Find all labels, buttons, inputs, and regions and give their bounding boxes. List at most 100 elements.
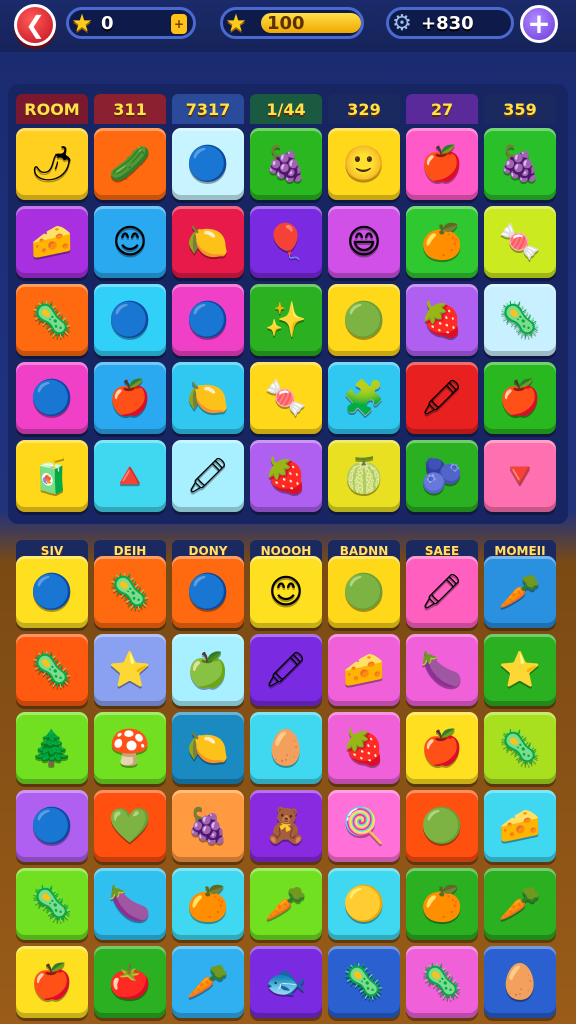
game-tile[interactable]: 🥕 bbox=[484, 556, 556, 628]
game-tile[interactable]: 🖍 bbox=[172, 440, 244, 512]
game-tile[interactable]: 😊 bbox=[94, 206, 166, 278]
game-tile[interactable]: 🧀 bbox=[484, 790, 556, 862]
game-tile[interactable]: 🦠 bbox=[16, 284, 88, 356]
tile-item-icon: 🍇 bbox=[186, 806, 230, 846]
tile-item-icon: 🍬 bbox=[264, 378, 308, 418]
tile-item-icon: 🧸 bbox=[264, 806, 308, 846]
tile-item-icon: ⭐ bbox=[498, 650, 542, 690]
game-tile[interactable]: 🦠 bbox=[16, 634, 88, 706]
game-tile[interactable]: ⭐ bbox=[484, 634, 556, 706]
game-tile[interactable]: 🥚 bbox=[250, 712, 322, 784]
game-tile[interactable]: 🍆 bbox=[94, 868, 166, 940]
tile-item-icon: 🖍 bbox=[420, 572, 464, 612]
game-tile[interactable]: 🧃 bbox=[16, 440, 88, 512]
tile-item-icon: 🟢 bbox=[420, 806, 464, 846]
game-tile[interactable]: 🦠 bbox=[484, 284, 556, 356]
game-tile[interactable]: 😊 bbox=[250, 556, 322, 628]
game-tile[interactable]: 🍆 bbox=[406, 634, 478, 706]
game-tile[interactable]: 🟢 bbox=[328, 284, 400, 356]
column-label: ROOM bbox=[16, 94, 88, 124]
game-tile[interactable]: 🥚 bbox=[484, 946, 556, 1018]
tile-item-icon: 🌶 bbox=[30, 144, 74, 184]
game-tile[interactable]: 🍎 bbox=[484, 362, 556, 434]
game-tile[interactable]: 🍋 bbox=[172, 712, 244, 784]
game-tile[interactable]: 🟡 bbox=[328, 868, 400, 940]
game-tile[interactable]: ⭐ bbox=[94, 634, 166, 706]
game-tile[interactable]: 🔵 bbox=[16, 556, 88, 628]
game-tile[interactable]: 🥕 bbox=[484, 868, 556, 940]
game-tile[interactable]: 🥕 bbox=[250, 868, 322, 940]
game-tile[interactable]: 🍭 bbox=[328, 790, 400, 862]
game-tile[interactable]: 🔵 bbox=[172, 284, 244, 356]
game-tile[interactable]: 🍎 bbox=[16, 946, 88, 1018]
game-tile[interactable]: 🔵 bbox=[16, 362, 88, 434]
game-tile[interactable]: 🍎 bbox=[406, 128, 478, 200]
game-tile[interactable]: 🍎 bbox=[406, 712, 478, 784]
game-tile[interactable]: 🍇 bbox=[250, 128, 322, 200]
game-tile[interactable]: 🖍 bbox=[406, 556, 478, 628]
game-tile[interactable]: 🍇 bbox=[172, 790, 244, 862]
tile-item-icon: 🦠 bbox=[342, 962, 386, 1002]
game-tile[interactable]: 🍊 bbox=[406, 206, 478, 278]
game-tile[interactable]: 🌲 bbox=[16, 712, 88, 784]
star-icon: ★ bbox=[71, 9, 93, 37]
coins-add-tag[interactable]: + bbox=[171, 14, 187, 34]
game-tile[interactable]: 🧸 bbox=[250, 790, 322, 862]
game-tile[interactable]: 🍬 bbox=[484, 206, 556, 278]
game-tile[interactable]: 😄 bbox=[328, 206, 400, 278]
game-tile[interactable]: 🍋 bbox=[172, 362, 244, 434]
tile-item-icon: 🍎 bbox=[420, 144, 464, 184]
game-tile[interactable]: 🍄 bbox=[94, 712, 166, 784]
add-currency-button[interactable]: + bbox=[520, 5, 558, 43]
game-tile[interactable]: 🥒 bbox=[94, 128, 166, 200]
game-tile[interactable]: 🦠 bbox=[328, 946, 400, 1018]
game-tile[interactable]: 🍓 bbox=[250, 440, 322, 512]
game-tile[interactable]: 🔵 bbox=[172, 556, 244, 628]
game-tile[interactable]: 🧩 bbox=[328, 362, 400, 434]
game-tile[interactable]: ✨ bbox=[250, 284, 322, 356]
game-tile[interactable]: 🔵 bbox=[172, 128, 244, 200]
game-tile[interactable]: 🍅 bbox=[94, 946, 166, 1018]
game-tile[interactable]: 🫐 bbox=[406, 440, 478, 512]
column-label: 7317 bbox=[172, 94, 244, 124]
game-tile[interactable]: 🎈 bbox=[250, 206, 322, 278]
top-tile-grid: 🌶 🥒 🔵 🍇 🙂 🍎 🍇 🧀 😊 🍋 🎈 😄 🍊 🍬 🦠 🔵 🔵 ✨ 🟢 🍓 🦠 🔵 🍎 🍋 🍬 🧩 🖍 🍎 🧃 🔺 🖍 🍓 🍈 🫐 🔻 bbox=[16, 128, 562, 512]
top-bar: ❮ ★ 0 + ★ 100 ⚙ +830 + bbox=[0, 0, 576, 52]
game-tile[interactable]: 🍓 bbox=[406, 284, 478, 356]
game-tile[interactable]: 🍊 bbox=[406, 868, 478, 940]
game-tile[interactable]: 🦠 bbox=[484, 712, 556, 784]
tile-item-icon: 🔵 bbox=[30, 378, 74, 418]
game-tile[interactable]: 🧀 bbox=[328, 634, 400, 706]
game-tile[interactable]: 🍓 bbox=[328, 712, 400, 784]
game-tile[interactable]: 🍋 bbox=[172, 206, 244, 278]
game-tile[interactable]: 💚 bbox=[94, 790, 166, 862]
game-tile[interactable]: 🍬 bbox=[250, 362, 322, 434]
game-tile[interactable]: 🔺 bbox=[94, 440, 166, 512]
game-tile[interactable]: 🔻 bbox=[484, 440, 556, 512]
game-tile[interactable]: 🍎 bbox=[94, 362, 166, 434]
game-tile[interactable]: 🐟 bbox=[250, 946, 322, 1018]
game-tile[interactable]: 🦠 bbox=[16, 868, 88, 940]
tile-item-icon: 🥕 bbox=[498, 572, 542, 612]
game-tile[interactable]: 🌶 bbox=[16, 128, 88, 200]
game-tile[interactable]: 🟢 bbox=[328, 556, 400, 628]
tile-item-icon: 🦠 bbox=[108, 572, 152, 612]
game-tile[interactable]: 🔵 bbox=[16, 790, 88, 862]
tile-item-icon: 🧀 bbox=[30, 222, 74, 262]
game-tile[interactable]: 🍈 bbox=[328, 440, 400, 512]
game-tile[interactable]: 🍏 bbox=[172, 634, 244, 706]
game-tile[interactable]: 🙂 bbox=[328, 128, 400, 200]
game-tile[interactable]: 🦠 bbox=[406, 946, 478, 1018]
gems-value: +830 bbox=[421, 12, 474, 34]
game-tile[interactable]: 🧀 bbox=[16, 206, 88, 278]
game-tile[interactable]: 🟢 bbox=[406, 790, 478, 862]
back-arrow-icon[interactable]: ❮ bbox=[14, 4, 56, 46]
game-tile[interactable]: 🖍 bbox=[250, 634, 322, 706]
tile-item-icon: 🔺 bbox=[108, 456, 152, 496]
game-tile[interactable]: 🖍 bbox=[406, 362, 478, 434]
game-tile[interactable]: 🦠 bbox=[94, 556, 166, 628]
game-tile[interactable]: 🍇 bbox=[484, 128, 556, 200]
game-tile[interactable]: 🍊 bbox=[172, 868, 244, 940]
game-tile[interactable]: 🥕 bbox=[172, 946, 244, 1018]
game-tile[interactable]: 🔵 bbox=[94, 284, 166, 356]
